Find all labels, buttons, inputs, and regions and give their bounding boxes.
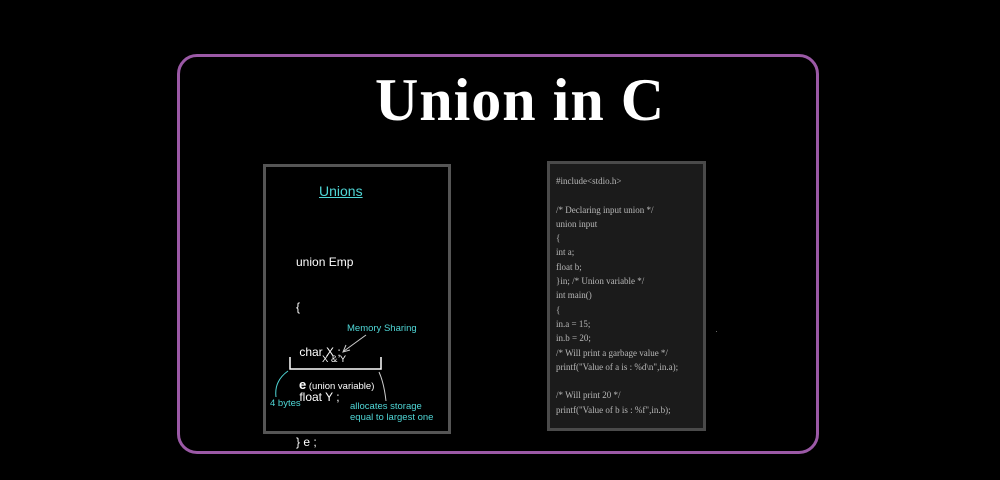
- code-line: #include<stdio.h>: [556, 176, 622, 186]
- code-line: }in; /* Union variable */: [556, 276, 645, 287]
- memory-sharing-arrow: [343, 334, 367, 352]
- union-diagram-panel: Unions union Emp { char X ; float Y ; } …: [263, 164, 451, 449]
- stray-dot: [716, 331, 717, 332]
- variable-name: e: [299, 377, 307, 392]
- code-listing: #include<stdio.h> /* Declaring input uni…: [556, 174, 678, 417]
- code-line: /* Declaring input union */: [556, 204, 654, 215]
- variable-note: (union variable): [308, 381, 375, 392]
- code-line: union input: [556, 218, 598, 229]
- code-panel: #include<stdio.h> /* Declaring input uni…: [547, 161, 706, 431]
- allocates-line: equal to largest one: [350, 412, 434, 423]
- allocates-line: allocates storage: [350, 401, 422, 412]
- code-line: int main(): [556, 290, 592, 301]
- code-line: float b;: [556, 261, 582, 272]
- allocates-arrow: [378, 371, 387, 402]
- code-line: {: [556, 233, 561, 244]
- code-line: printf("Value of b is : %f",in.b);: [556, 404, 671, 415]
- code-line: printf("Value of a is : %d\n",in.a);: [556, 361, 679, 372]
- code-line: {: [556, 304, 561, 315]
- code-line: in.b = 20;: [556, 333, 591, 344]
- code-line: /* Will print a garbage value */: [556, 347, 668, 358]
- union-variable-label: e (union variable): [299, 377, 374, 392]
- members-label: X & Y: [322, 354, 347, 365]
- bytes-label: 4 bytes: [270, 398, 301, 409]
- code-line: in.a = 15;: [556, 318, 591, 329]
- code-line: /* Will print 20 */: [556, 390, 621, 401]
- page-title: Union in C: [374, 67, 666, 133]
- code-line: int a;: [556, 247, 575, 258]
- bytes-arrow: [275, 370, 289, 398]
- declaration-line: } e ;: [296, 435, 317, 449]
